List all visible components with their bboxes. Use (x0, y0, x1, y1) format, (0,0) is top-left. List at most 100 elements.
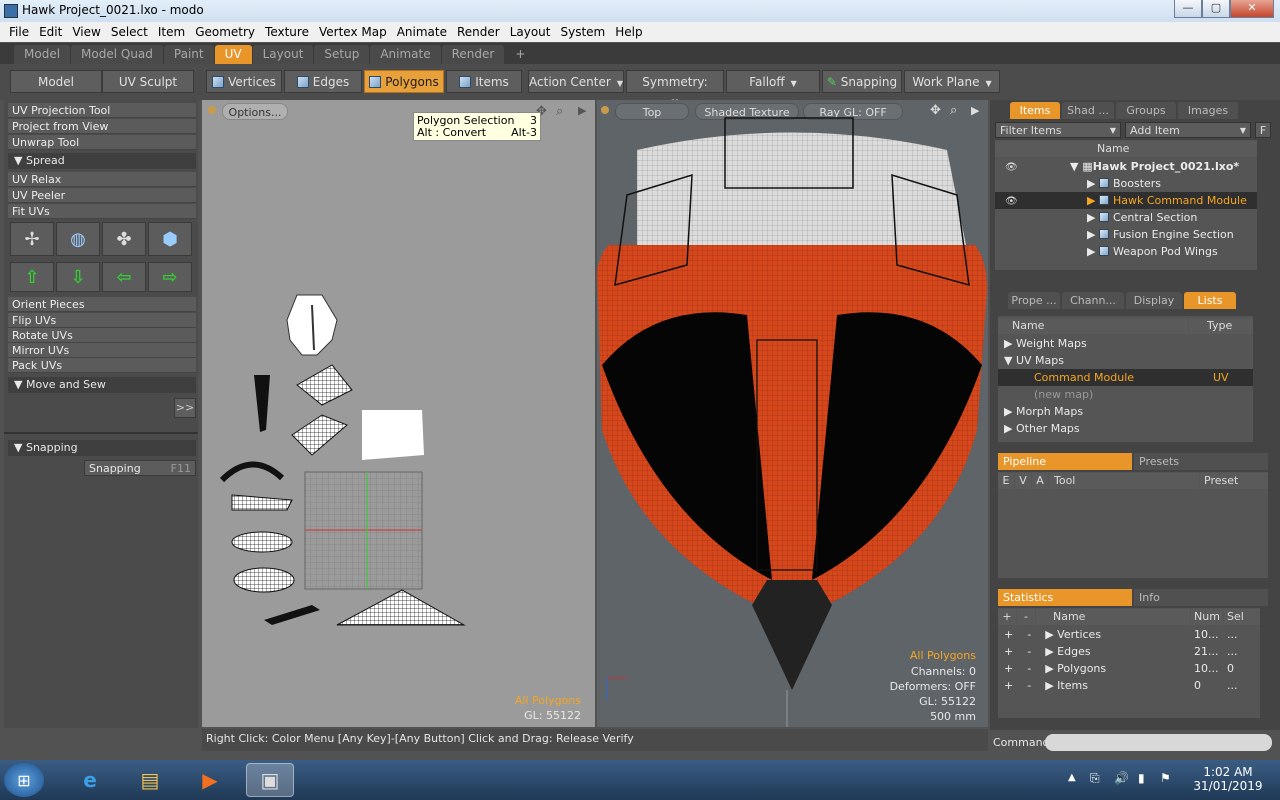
tab-groups[interactable]: Groups (1116, 102, 1176, 119)
expand-button[interactable]: >> (174, 398, 196, 418)
remove-icon[interactable]: - (1027, 662, 1031, 675)
add-icon[interactable]: + (1004, 662, 1013, 675)
tab-pipeline[interactable]: Pipeline (998, 453, 1132, 470)
move-up-button[interactable]: ⇧ (10, 262, 54, 292)
rotate-uvs-button[interactable]: Rotate UVs (8, 328, 196, 343)
list-row-morph-maps[interactable]: ▶ Morph Maps (998, 403, 1253, 420)
tab-properties[interactable]: Prope ... (1008, 292, 1060, 309)
start-button[interactable]: ⊞ (4, 763, 44, 797)
eye-icon[interactable]: 👁 (1005, 162, 1018, 173)
menu-edit[interactable]: Edit (34, 25, 67, 39)
spread-section-header[interactable]: ▼ Spread (8, 153, 196, 169)
clock[interactable]: 1:02 AM 31/01/2019 (1188, 765, 1268, 793)
tab-render[interactable]: Render (441, 45, 505, 64)
tab-setup[interactable]: Setup (314, 45, 370, 64)
stats-col-name[interactable]: Name (1036, 609, 1190, 625)
uv-editor-viewport[interactable]: Options... ✥ ⌕ ▶ Polygon Selection 3 Alt … (202, 100, 595, 727)
internet-explorer-icon[interactable]: e (66, 763, 114, 797)
menu-item[interactable]: Item (153, 25, 190, 39)
edges-button[interactable]: Edges (284, 70, 362, 93)
move-sew-section-header[interactable]: ▼ Move and Sew (8, 377, 196, 393)
usb-icon[interactable]: ⎘ (1090, 771, 1100, 786)
symmetry-dropdown[interactable]: Symmetry: Off▼ (626, 70, 724, 112)
tree-row-weapon-pod-wings[interactable]: ▶ Weapon Pod Wings (995, 243, 1257, 260)
box-tool-button[interactable]: ⬢ (148, 222, 192, 256)
uv-sculpt-button[interactable]: UV Sculpt (102, 70, 194, 93)
pipeline-col-preset[interactable]: Preset (1200, 473, 1268, 489)
tab-presets[interactable]: Presets (1134, 453, 1268, 470)
name-column-header[interactable]: Name (995, 141, 1257, 157)
filter-toggle-button[interactable]: F (1255, 122, 1271, 138)
mirror-uvs-button[interactable]: Mirror UVs (8, 343, 196, 358)
uv-projection-tool-button[interactable]: UV Projection Tool (8, 103, 196, 118)
action-center-flag-icon[interactable]: ⚑ (1160, 771, 1171, 785)
items-button[interactable]: Items (446, 70, 522, 93)
stats-col-plus[interactable]: + (998, 609, 1016, 625)
action-center-dropdown[interactable]: Action Center ▼ (528, 70, 624, 93)
tab-paint[interactable]: Paint (163, 45, 214, 64)
fit-uvs-button[interactable]: Fit UVs (8, 204, 196, 219)
filter-items-dropdown[interactable]: Filter Items ▼ (995, 122, 1121, 138)
menu-system[interactable]: System (556, 25, 611, 39)
list-row-uv-maps[interactable]: ▼ UV Maps (998, 352, 1253, 369)
tab-shader[interactable]: Shad ... (1062, 102, 1114, 119)
polygons-button[interactable]: Polygons (364, 70, 444, 93)
list-row-other-maps[interactable]: ▶ Other Maps (998, 420, 1253, 437)
project-from-view-button[interactable]: Project from View (8, 119, 196, 134)
maximize-button[interactable]: ▢ (1202, 0, 1230, 18)
remove-icon[interactable]: - (1027, 628, 1031, 641)
remove-icon[interactable]: - (1027, 645, 1031, 658)
network-icon[interactable]: ▮ (1138, 771, 1145, 785)
menu-animate[interactable]: Animate (392, 25, 452, 39)
tab-uv[interactable]: UV (214, 45, 252, 64)
move-down-button[interactable]: ⇩ (56, 262, 100, 292)
stats-col-num[interactable]: Num (1191, 609, 1223, 625)
stats-row-vertices[interactable]: + - ▶ Vertices 10...... (1004, 626, 1260, 643)
add-tab-button[interactable]: + (505, 45, 535, 64)
model-mode-button[interactable]: Model (10, 70, 102, 93)
unwrap-tool-button[interactable]: Unwrap Tool (8, 135, 196, 150)
stats-col-minus[interactable]: - (1017, 609, 1035, 625)
rotate-axis-button[interactable]: ✤ (102, 222, 146, 256)
tab-lists[interactable]: Lists (1184, 292, 1236, 309)
name-column-header[interactable]: Name (998, 318, 1188, 334)
list-row-command-module[interactable]: Command Module UV (998, 369, 1253, 386)
file-explorer-icon[interactable]: ▤ (126, 763, 174, 797)
tab-layout[interactable]: Layout (252, 45, 314, 64)
falloff-dropdown[interactable]: Falloff ▼ (726, 70, 820, 93)
remove-icon[interactable]: - (1027, 679, 1031, 692)
uv-relax-button[interactable]: UV Relax (8, 172, 196, 187)
tab-model-quad[interactable]: Model Quad (71, 45, 163, 64)
snapping-panel-button[interactable]: Snapping F11 (84, 460, 196, 476)
uv-peeler-button[interactable]: UV Peeler (8, 188, 196, 203)
minimize-button[interactable]: — (1174, 0, 1202, 18)
pipeline-col-a[interactable]: A (1032, 473, 1048, 489)
stats-row-polygons[interactable]: + - ▶ Polygons 10... 0 (1004, 660, 1260, 677)
tab-info[interactable]: Info (1134, 589, 1268, 606)
flip-uvs-button[interactable]: Flip UVs (8, 313, 196, 328)
tree-row-hawk-command-module[interactable]: ▶ Hawk Command Module (995, 192, 1257, 209)
move-left-button[interactable]: ⇦ (102, 262, 146, 292)
tree-row-central-section[interactable]: ▶ Central Section (995, 209, 1257, 226)
tree-row-root[interactable]: ▼ ▦Hawk Project_0021.lxo* (995, 158, 1257, 175)
type-column-header[interactable]: Type (1189, 318, 1253, 334)
cylinder-tool-button[interactable]: ◍ (56, 222, 100, 256)
tab-images[interactable]: Images (1178, 102, 1238, 119)
pipeline-col-e[interactable]: E (998, 473, 1014, 489)
command-input[interactable] (1045, 734, 1272, 751)
tab-channels[interactable]: Chann... (1062, 292, 1124, 309)
list-row-weight-maps[interactable]: ▶ Weight Maps (998, 335, 1253, 352)
add-item-dropdown[interactable]: Add Item ▼ (1125, 122, 1251, 138)
pipeline-col-v[interactable]: V (1015, 473, 1031, 489)
tab-animate[interactable]: Animate (370, 45, 441, 64)
menu-vertex-map[interactable]: Vertex Map (314, 25, 392, 39)
close-button[interactable]: ✕ (1230, 0, 1274, 18)
menu-texture[interactable]: Texture (260, 25, 314, 39)
tree-row-fusion-engine[interactable]: ▶ Fusion Engine Section (995, 226, 1257, 243)
pipeline-col-tool[interactable]: Tool (1049, 473, 1199, 489)
menu-help[interactable]: Help (610, 25, 647, 39)
media-player-icon[interactable]: ▶ (186, 763, 234, 797)
move-right-button[interactable]: ⇨ (148, 262, 192, 292)
tab-statistics[interactable]: Statistics (998, 589, 1132, 606)
pack-uvs-button[interactable]: Pack UVs (8, 358, 196, 373)
